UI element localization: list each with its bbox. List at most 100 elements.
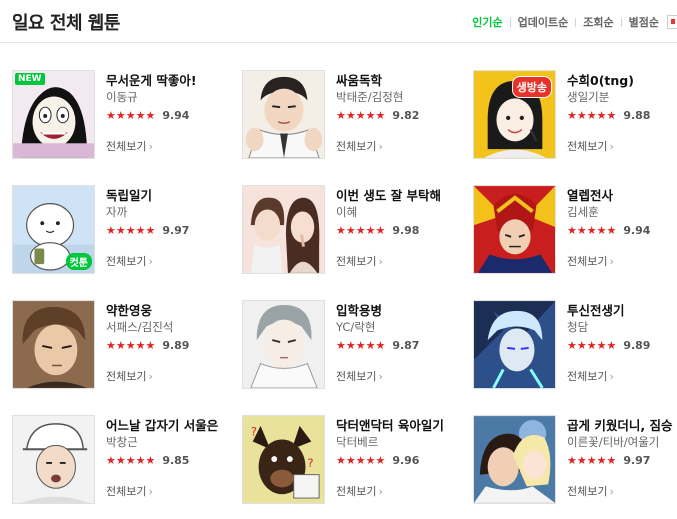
webtoon-card: 생방송 수희0(tng) 생일기분 ★★★★★ 9.88 전체보기 [473, 70, 677, 162]
sort-tab-views[interactable]: 조회순 [583, 14, 613, 30]
view-toggle-icon[interactable] [667, 15, 677, 29]
webtoon-author: 청담 [567, 320, 589, 334]
svg-text:?: ? [307, 456, 313, 470]
star-rating-icon: ★★★★★ [336, 223, 386, 237]
webtoon-rating: ★★★★★ 9.98 [336, 223, 456, 237]
webtoon-thumbnail[interactable] [473, 415, 556, 504]
webtoon-thumbnail[interactable] [242, 70, 325, 159]
thumbnail-image [243, 301, 324, 388]
view-all-link[interactable]: 전체보기 [567, 368, 614, 384]
webtoon-rating: ★★★★★ 9.85 [106, 453, 226, 467]
webtoon-thumbnail[interactable]: ? ? [242, 415, 325, 504]
thumbnail-image [243, 71, 324, 158]
star-rating-icon: ★★★★★ [106, 453, 156, 467]
webtoon-title[interactable]: 열렙전사 [567, 188, 677, 204]
view-all-link[interactable]: 전체보기 [106, 483, 153, 499]
view-all-link[interactable]: 전체보기 [106, 368, 153, 384]
star-rating-icon: ★★★★★ [567, 223, 617, 237]
webtoon-thumbnail[interactable] [12, 415, 95, 504]
webtoon-title[interactable]: 독립일기 [106, 188, 226, 204]
view-all-link[interactable]: 전체보기 [106, 253, 153, 269]
webtoon-card: ? ? 닥터앤닥터 육아일기 닥터베르 ★★★★★ 9.96 전체보기 [242, 415, 462, 507]
webtoon-title[interactable]: 어느날 갑자기 서울은 [106, 418, 226, 434]
webtoon-thumbnail[interactable]: NEW [12, 70, 95, 159]
webtoon-author: 이른꽃/티바/여울기 [567, 435, 660, 449]
webtoon-info: 입학용병 YC/락현 ★★★★★ 9.87 전체보기 [336, 303, 456, 384]
webtoon-author: 닥터베르 [336, 435, 379, 449]
webtoon-card: 약한영웅 서패스/김진석 ★★★★★ 9.89 전체보기 [12, 300, 232, 392]
webtoon-card: NEW 무서운게 딱좋아! 이동규 ★★★★★ 9.94 전체보기 [12, 70, 232, 162]
webtoon-thumbnail[interactable]: 생방송 [473, 70, 556, 159]
webtoon-info: 수희0(tng) 생일기분 ★★★★★ 9.88 전체보기 [567, 73, 677, 154]
webtoon-info: 이번 생도 잘 부탁해 이혜 ★★★★★ 9.98 전체보기 [336, 188, 456, 269]
sort-tab-update[interactable]: 업데이트순 [518, 14, 569, 30]
rating-score: 9.97 [623, 453, 651, 467]
webtoon-thumbnail[interactable] [12, 300, 95, 389]
view-all-link[interactable]: 전체보기 [106, 138, 153, 154]
thumbnail-image [474, 416, 555, 503]
webtoon-info: 열렙전사 김세훈 ★★★★★ 9.94 전체보기 [567, 188, 677, 269]
webtoon-thumbnail[interactable]: 컷툰 [12, 185, 95, 274]
webtoon-thumbnail[interactable] [242, 300, 325, 389]
webtoon-author: 김세훈 [567, 205, 599, 219]
new-badge: NEW [15, 73, 45, 85]
webtoon-title[interactable]: 무서운게 딱좋아! [106, 73, 226, 89]
page-title: 일요 전체 웹툰 [12, 13, 120, 34]
star-rating-icon: ★★★★★ [336, 453, 386, 467]
view-all-link[interactable]: 전체보기 [336, 138, 383, 154]
webtoon-info: 약한영웅 서패스/김진석 ★★★★★ 9.89 전체보기 [106, 303, 226, 384]
view-all-link[interactable]: 전체보기 [567, 138, 614, 154]
rating-score: 9.98 [392, 223, 420, 237]
webtoon-thumbnail[interactable] [473, 185, 556, 274]
webtoon-thumbnail[interactable] [242, 185, 325, 274]
webtoon-card: 어느날 갑자기 서울은 박창근 ★★★★★ 9.85 전체보기 [12, 415, 232, 507]
webtoon-author: 서패스/김진석 [106, 320, 174, 334]
view-all-link[interactable]: 전체보기 [567, 483, 614, 499]
webtoon-info: 닥터앤닥터 육아일기 닥터베르 ★★★★★ 9.96 전체보기 [336, 418, 456, 499]
cuttoon-badge: 컷툰 [65, 253, 92, 270]
webtoon-thumbnail[interactable] [473, 300, 556, 389]
star-rating-icon: ★★★★★ [567, 108, 617, 122]
star-rating-icon: ★★★★★ [336, 108, 386, 122]
webtoon-title[interactable]: 수희0(tng) [567, 73, 677, 89]
view-all-link[interactable]: 전체보기 [336, 368, 383, 384]
rating-score: 9.89 [623, 338, 651, 352]
webtoon-author: 이동규 [106, 90, 138, 104]
webtoon-title[interactable]: 입학용병 [336, 303, 456, 319]
webtoon-title[interactable]: 약한영웅 [106, 303, 226, 319]
view-all-link[interactable]: 전체보기 [336, 253, 383, 269]
thumbnail-image: ? ? [243, 416, 324, 503]
star-rating-icon: ★★★★★ [567, 453, 617, 467]
rating-score: 9.89 [162, 338, 190, 352]
webtoon-info: 무서운게 딱좋아! 이동규 ★★★★★ 9.94 전체보기 [106, 73, 226, 154]
webtoon-rating: ★★★★★ 9.94 [567, 223, 677, 237]
webtoon-rating: ★★★★★ 9.88 [567, 108, 677, 122]
webtoon-rating: ★★★★★ 9.96 [336, 453, 456, 467]
rating-score: 9.97 [162, 223, 190, 237]
webtoon-author: 박태준/김정현 [336, 90, 404, 104]
webtoon-rating: ★★★★★ 9.89 [106, 338, 226, 352]
star-rating-icon: ★★★★★ [106, 108, 156, 122]
webtoon-card: 컷툰 독립일기 자까 ★★★★★ 9.97 전체보기 [12, 185, 232, 277]
webtoon-title[interactable]: 곱게 키웠더니, 짐승 [567, 418, 677, 434]
sort-tab-popular[interactable]: 인기순 [472, 14, 502, 30]
webtoon-title[interactable]: 싸움독학 [336, 73, 456, 89]
thumbnail-image [13, 301, 94, 388]
view-all-link[interactable]: 전체보기 [567, 253, 614, 269]
divider [575, 17, 577, 27]
webtoon-rating: ★★★★★ 9.82 [336, 108, 456, 122]
rating-score: 9.94 [162, 108, 190, 122]
rating-score: 9.82 [392, 108, 420, 122]
webtoon-card: 곱게 키웠더니, 짐승 이른꽃/티바/여울기 ★★★★★ 9.97 전체보기 [473, 415, 677, 507]
webtoon-title[interactable]: 이번 생도 잘 부탁해 [336, 188, 456, 204]
webtoon-info: 싸움독학 박태준/김정현 ★★★★★ 9.82 전체보기 [336, 73, 456, 154]
webtoon-card: 열렙전사 김세훈 ★★★★★ 9.94 전체보기 [473, 185, 677, 277]
view-all-link[interactable]: 전체보기 [336, 483, 383, 499]
webtoon-title[interactable]: 투신전생기 [567, 303, 677, 319]
divider [620, 17, 622, 27]
webtoon-info: 투신전생기 청담 ★★★★★ 9.89 전체보기 [567, 303, 677, 384]
sort-tab-rating[interactable]: 별점순 [629, 14, 659, 30]
webtoon-rating: ★★★★★ 9.97 [106, 223, 226, 237]
webtoon-title[interactable]: 닥터앤닥터 육아일기 [336, 418, 456, 434]
webtoon-author: YC/락현 [336, 320, 376, 334]
